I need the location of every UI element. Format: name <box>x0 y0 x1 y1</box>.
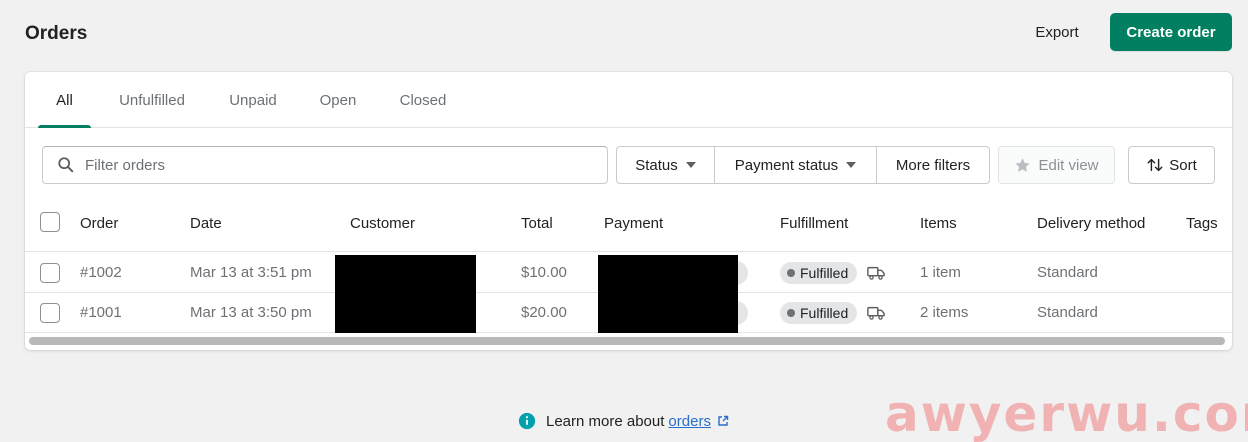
truck-icon <box>867 306 885 320</box>
tab-unpaid[interactable]: Unpaid <box>221 72 285 128</box>
tab-closed[interactable]: Closed <box>391 72 455 128</box>
column-tags[interactable]: Tags <box>1186 200 1218 252</box>
star-icon <box>1015 157 1031 172</box>
item-count[interactable]: 2 items <box>920 293 968 333</box>
redacted-payment-block <box>598 255 738 333</box>
fulfillment-status-badge: Fulfilled <box>780 262 858 284</box>
truck-icon <box>867 266 885 280</box>
sort-button[interactable]: Sort <box>1128 146 1215 184</box>
edit-view-label: Edit view <box>1038 156 1099 174</box>
delivery-method: Standard <box>1037 264 1098 281</box>
tab-unfulfilled[interactable]: Unfulfilled <box>109 72 195 128</box>
order-tabs: All Unfulfilled Unpaid Open Closed <box>25 72 1232 128</box>
column-customer[interactable]: Customer <box>350 200 415 252</box>
status-dot <box>787 269 795 277</box>
learn-more-text: Learn more about <box>546 412 665 430</box>
sort-label: Sort <box>1169 156 1197 174</box>
search-icon <box>58 157 74 173</box>
learn-more-footer: Learn more about orders <box>518 410 729 432</box>
filter-button-group: Status Payment status More filters <box>616 146 990 184</box>
tab-open[interactable]: Open <box>311 72 365 128</box>
status-filter-label: Status <box>635 156 678 174</box>
external-link-icon[interactable] <box>717 415 729 427</box>
orders-help-link[interactable]: orders <box>668 413 711 430</box>
edit-view-button[interactable]: Edit view <box>998 146 1115 184</box>
sort-arrows-icon <box>1147 158 1163 172</box>
search-input[interactable] <box>85 147 595 183</box>
order-date: Mar 13 at 3:50 pm <box>190 304 312 321</box>
select-all-checkbox[interactable] <box>40 212 60 232</box>
search-field[interactable] <box>42 146 608 184</box>
table-header: Order Date Customer Total Payment Fulfil… <box>25 200 1232 252</box>
page-title: Orders <box>25 23 88 44</box>
column-delivery-method[interactable]: Delivery method <box>1037 200 1145 252</box>
orders-card: All Unfulfilled Unpaid Open Closed Statu… <box>25 72 1232 350</box>
delivery-method: Standard <box>1037 304 1098 321</box>
payment-status-filter-button[interactable]: Payment status <box>714 147 876 183</box>
row-checkbox[interactable] <box>40 263 60 283</box>
order-number[interactable]: #1001 <box>80 293 122 333</box>
order-total: $20.00 <box>521 304 567 321</box>
info-icon <box>518 412 536 430</box>
payment-status-filter-label: Payment status <box>734 156 839 174</box>
column-total[interactable]: Total <box>521 200 553 252</box>
redacted-customer-block <box>335 255 476 333</box>
order-total: $10.00 <box>521 264 567 281</box>
more-filters-button[interactable]: More filters <box>876 147 989 183</box>
fulfillment-status-label: Fulfilled <box>800 305 849 321</box>
watermark: awyerwu.com <box>885 385 1248 442</box>
row-checkbox[interactable] <box>40 303 60 323</box>
status-filter-button[interactable]: Status <box>617 147 714 183</box>
create-order-button[interactable]: Create order <box>1110 13 1232 51</box>
fulfillment-status-label: Fulfilled <box>800 265 849 281</box>
column-items[interactable]: Items <box>920 200 957 252</box>
export-button[interactable]: Export <box>1024 14 1090 50</box>
status-dot <box>787 309 795 317</box>
order-date: Mar 13 at 3:51 pm <box>190 264 312 281</box>
column-order[interactable]: Order <box>80 200 118 252</box>
column-payment[interactable]: Payment <box>604 200 663 252</box>
order-number[interactable]: #1002 <box>80 253 122 293</box>
caret-down-icon <box>846 162 857 168</box>
column-date[interactable]: Date <box>190 200 222 252</box>
tab-all[interactable]: All <box>38 72 91 128</box>
horizontal-scrollbar[interactable] <box>29 337 1225 345</box>
item-count[interactable]: 1 item <box>920 253 961 293</box>
fulfillment-status-badge: Fulfilled <box>780 302 858 324</box>
caret-down-icon <box>685 162 696 168</box>
column-fulfillment[interactable]: Fulfillment <box>780 200 848 252</box>
